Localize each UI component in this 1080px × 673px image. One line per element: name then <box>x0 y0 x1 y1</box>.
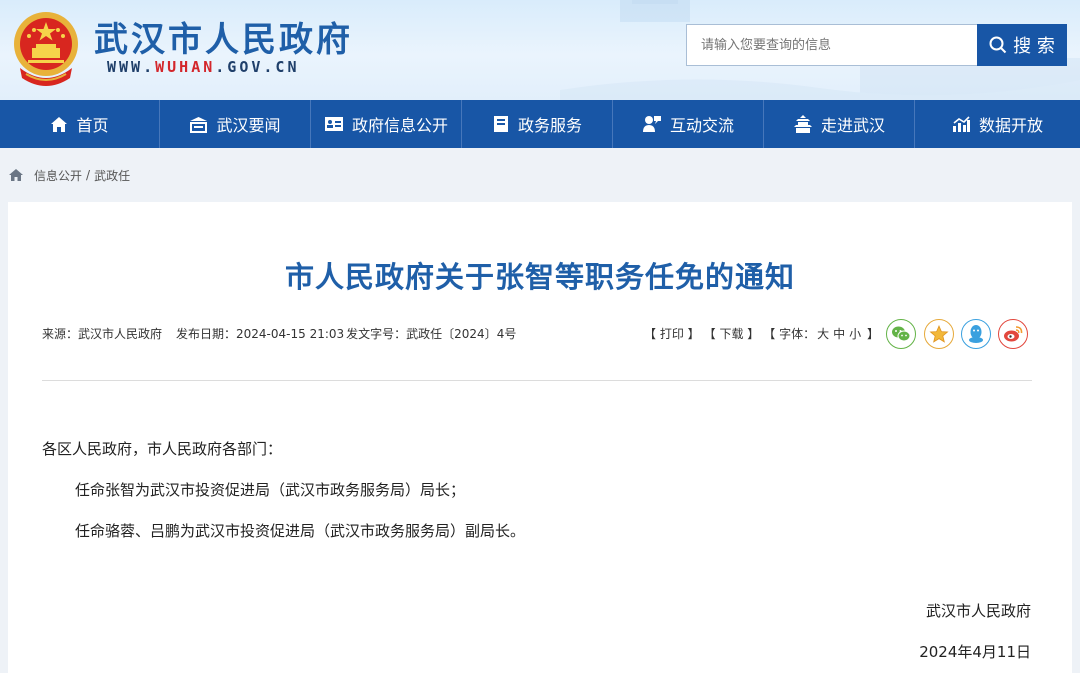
print-button[interactable]: 【 打印 】 <box>644 327 700 341</box>
article-publish-date: 发布日期：2024-04-15 21:03 <box>176 327 345 341</box>
article-doc-number: 发文字号：武政任〔2024〕4号 <box>346 327 517 341</box>
site-domain: WWW.WUHAN.GOV.CN <box>107 58 300 76</box>
search-button[interactable]: 搜 索 <box>977 24 1067 66</box>
share-wechat-button[interactable] <box>886 319 916 349</box>
main-nav: 首页 武汉要闻 政府信息公开 政务服务 互动交流 走进武汉 数据开放 <box>0 100 1080 148</box>
tower-icon <box>793 115 812 133</box>
signature-date: 2024年4月11日 <box>919 643 1031 661</box>
service-icon <box>493 116 508 132</box>
breadcrumb: 信息公开 / 武政任 <box>8 166 130 184</box>
site-title[interactable]: 武汉市人民政府 <box>94 12 353 61</box>
nav-item-label: 政府信息公开 <box>351 116 448 135</box>
font-medium-button[interactable]: 中 <box>833 327 845 341</box>
nav-item-label: 走进武汉 <box>820 116 885 135</box>
font-size-close: 】 <box>863 327 879 341</box>
share-qq-button[interactable] <box>961 319 991 349</box>
home-icon <box>51 116 68 132</box>
domain-suffix: .GOV.CN <box>215 58 300 76</box>
chat-icon <box>642 116 661 132</box>
share-favorite-button[interactable] <box>924 319 954 349</box>
home-icon[interactable] <box>8 168 24 182</box>
font-size-label: 【 字体： <box>769 327 816 341</box>
site-header: 武汉市人民政府 WWW.WUHAN.GOV.CN 搜 索 <box>0 0 1080 100</box>
download-button[interactable]: 【 下载 】 <box>710 327 760 341</box>
chart-icon <box>952 115 970 132</box>
share-weibo-button[interactable] <box>998 319 1028 349</box>
search-icon <box>989 36 1007 54</box>
nav-item-open-data[interactable]: 数据开放 <box>915 100 1080 148</box>
divider <box>42 380 1032 381</box>
breadcrumb-separator: / <box>86 168 91 182</box>
domain-highlight: WUHAN <box>155 58 216 76</box>
search-button-label: 搜 索 <box>1013 36 1055 57</box>
font-large-button[interactable]: 大 <box>817 327 829 341</box>
wechat-icon <box>892 326 911 342</box>
nav-item-label: 互动交流 <box>669 116 734 135</box>
national-emblem-icon <box>14 12 78 86</box>
nav-item-interaction[interactable]: 互动交流 <box>613 100 764 148</box>
weibo-icon <box>1004 326 1023 342</box>
nav-item-services[interactable]: 政务服务 <box>462 100 613 148</box>
nav-item-home[interactable]: 首页 <box>0 100 160 148</box>
breadcrumb-link-appointments[interactable]: 武政任 <box>94 167 130 184</box>
nav-item-about-wuhan[interactable]: 走进武汉 <box>764 100 915 148</box>
qq-icon <box>969 325 983 343</box>
nav-item-info-disclosure[interactable]: 政府信息公开 <box>311 100 462 148</box>
article-source: 来源：武汉市人民政府 <box>42 327 163 341</box>
article-meta: 来源：武汉市人民政府 发布日期：2024-04-15 21:03 发文字号：武政任〔… <box>42 325 530 342</box>
article-title: 市人民政府关于张智等职务任免的通知 <box>284 260 795 294</box>
nav-item-label: 数据开放 <box>978 116 1043 135</box>
domain-prefix: WWW. <box>107 58 156 76</box>
nav-item-label: 政务服务 <box>517 116 582 135</box>
article-tools: 【 打印 】【 下载 】【 字体：大中小 】 <box>644 325 879 342</box>
info-card-icon <box>324 117 343 131</box>
news-icon <box>190 116 208 133</box>
breadcrumb-link-info-disclosure[interactable]: 信息公开 <box>34 167 82 184</box>
article-greeting: 各区人民政府，市人民政府各部门： <box>42 440 283 458</box>
signature-org: 武汉市人民政府 <box>925 602 1031 620</box>
star-icon <box>929 324 949 343</box>
article-card: 市人民政府关于张智等职务任免的通知 来源：武汉市人民政府 发布日期：2024-04… <box>8 202 1072 673</box>
font-small-button[interactable]: 小 <box>849 327 861 341</box>
nav-item-news[interactable]: 武汉要闻 <box>160 100 311 148</box>
nav-item-label: 首页 <box>76 116 109 135</box>
article-paragraph: 任命骆蓉、吕鹏为武汉市投资促进局（武汉市政务服务局）副局长。 <box>75 522 526 540</box>
article-paragraph: 任命张智为武汉市投资促进局（武汉市政务服务局）局长； <box>75 481 466 499</box>
search-input[interactable] <box>687 25 978 65</box>
search-box <box>686 24 978 66</box>
nav-item-label: 武汉要闻 <box>216 116 281 135</box>
